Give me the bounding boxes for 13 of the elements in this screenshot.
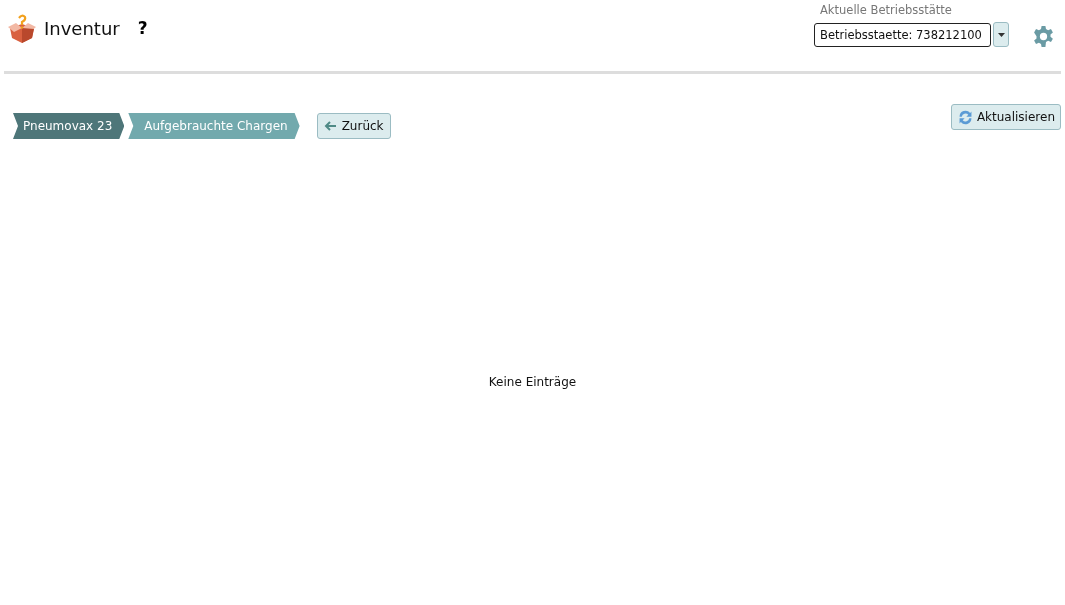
site-field[interactable]: Betriebsstaette: 738212100 bbox=[814, 22, 991, 47]
arrow-left-icon bbox=[323, 121, 337, 131]
refresh-button[interactable]: Aktualisieren bbox=[950, 104, 1061, 130]
breadcrumb-item[interactable]: Pneumovax 23 bbox=[13, 113, 125, 139]
app-title: Inventur bbox=[44, 18, 120, 39]
site-label: Aktuelle Betriebsstätte bbox=[820, 3, 953, 17]
box-question-icon bbox=[6, 14, 38, 44]
settings-icon[interactable] bbox=[1032, 25, 1055, 48]
help-button[interactable]: ? bbox=[137, 18, 148, 38]
caret-icon bbox=[997, 32, 1005, 37]
empty-message: Keine Einträge bbox=[488, 375, 577, 389]
back-button[interactable]: Zurück bbox=[316, 113, 391, 139]
dropdown-button[interactable] bbox=[993, 22, 1009, 47]
